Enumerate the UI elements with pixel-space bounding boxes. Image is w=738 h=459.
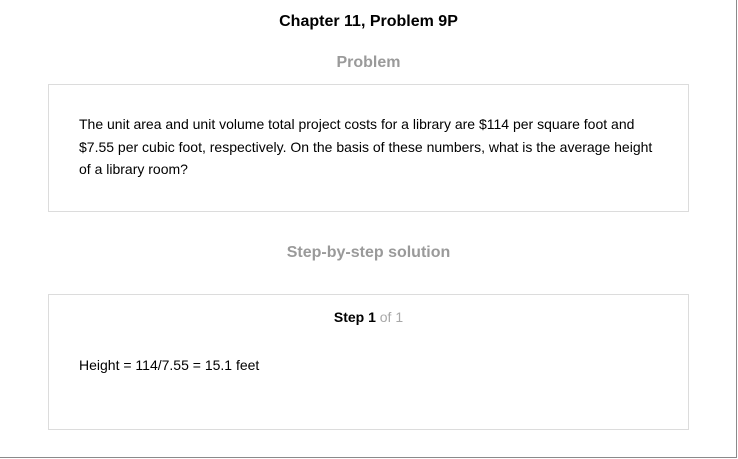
solution-card: Step 1 of 1 Height = 114/7.55 = 15.1 fee… xyxy=(48,294,689,430)
problem-text: The unit area and unit volume total proj… xyxy=(79,116,653,177)
chapter-title: Chapter 11, Problem 9P xyxy=(279,13,458,30)
step-header: Step 1 of 1 xyxy=(49,308,688,326)
solution-heading: Step-by-step solution xyxy=(286,244,451,261)
step-count: of 1 xyxy=(375,309,404,325)
problem-card: The unit area and unit volume total proj… xyxy=(48,84,689,212)
step-text: Height = 114/7.55 = 15.1 feet xyxy=(79,357,260,373)
step-label: Step 1 xyxy=(333,309,376,325)
problem-heading: Problem xyxy=(336,54,401,71)
